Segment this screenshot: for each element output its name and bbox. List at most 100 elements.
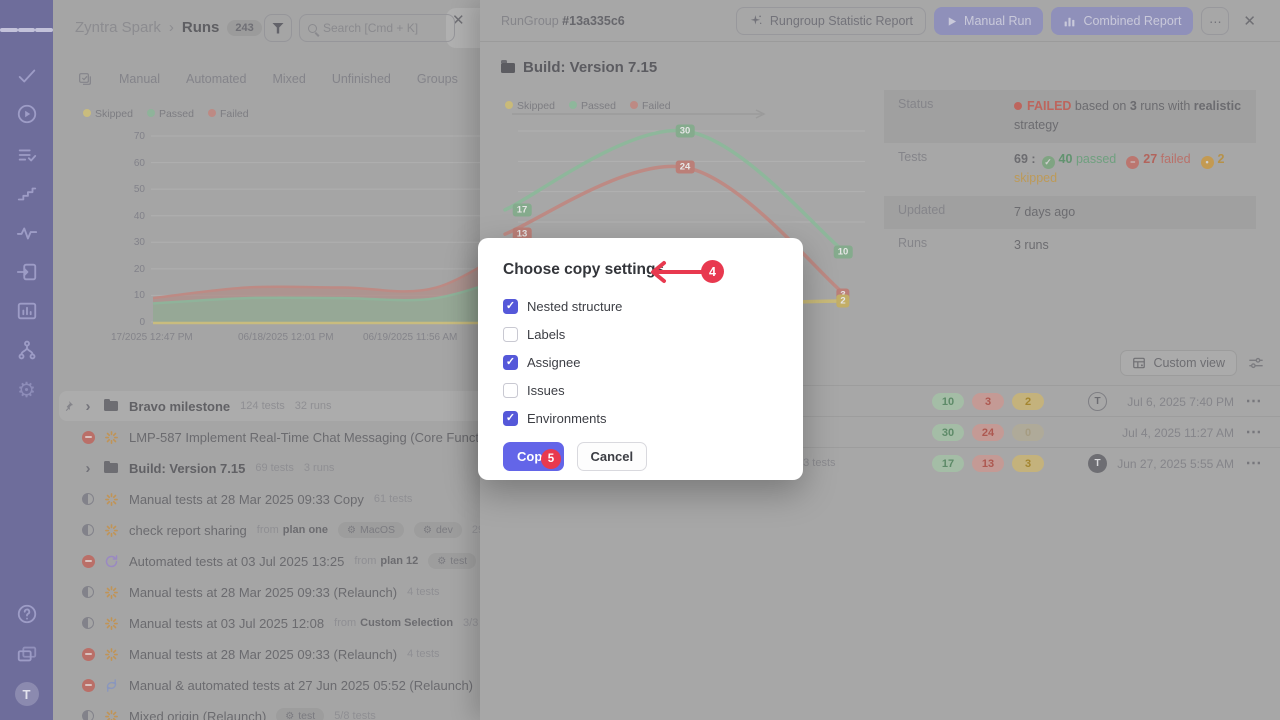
expand-chevron-icon[interactable]: › xyxy=(86,460,91,477)
row-menu-button[interactable]: ⋯ xyxy=(1242,452,1266,474)
search-input[interactable]: Search [Cmd + K] xyxy=(299,14,455,42)
play-circle-icon[interactable] xyxy=(0,96,53,132)
steps-icon[interactable] xyxy=(0,176,53,212)
tab-mixed[interactable]: Mixed xyxy=(272,72,305,86)
branch-icon[interactable] xyxy=(0,332,53,368)
custom-view-button[interactable]: Custom view xyxy=(1120,350,1237,376)
run-title[interactable]: Mixed origin (Relaunch) xyxy=(129,709,266,720)
checkbox-row-nested-structure[interactable]: Nested structure xyxy=(503,292,778,320)
skip-count-badge: 3 xyxy=(1012,455,1044,472)
tab-automated[interactable]: Automated xyxy=(186,72,246,86)
run-list-item[interactable]: check report sharing from plan one ⚙MacOS ⚙d… xyxy=(59,515,480,545)
failed-icon: − xyxy=(1126,156,1139,169)
from-value: plan one xyxy=(283,524,328,536)
check-icon[interactable] xyxy=(0,58,53,94)
tag-pill[interactable]: ⚙MacOS xyxy=(338,522,404,538)
expand-chevron-icon[interactable]: › xyxy=(86,398,91,415)
tag-pill[interactable]: ⚙test xyxy=(428,553,476,569)
y-tick: 40 xyxy=(115,211,145,222)
checkbox-icon[interactable] xyxy=(503,411,518,426)
partial-status-icon xyxy=(82,710,94,720)
legend-item: Passed xyxy=(147,108,194,120)
select-runs-icon[interactable] xyxy=(77,71,93,87)
legend-dot xyxy=(83,109,91,117)
gear-icon: ⚙ xyxy=(423,525,432,536)
run-title[interactable]: Manual tests at 03 Jul 2025 12:08 xyxy=(129,616,324,631)
run-list-item[interactable]: › Build: Version 7.1569 tests3 runs xyxy=(59,453,480,483)
run-title[interactable]: Automated tests at 03 Jul 2025 13:25 xyxy=(129,554,344,569)
status-dot xyxy=(1014,102,1022,110)
run-title[interactable]: Manual tests at 28 Mar 2025 09:33 (Relau… xyxy=(129,585,397,600)
checkbox-icon[interactable] xyxy=(503,327,518,342)
search-icon xyxy=(308,24,317,33)
run-title[interactable]: check report sharing xyxy=(129,523,247,538)
run-meta: 3/3 tests xyxy=(463,617,480,629)
run-title[interactable]: Manual & automated tests at 27 Jun 2025 … xyxy=(129,678,473,693)
pass-count-badge: 30 xyxy=(932,424,964,441)
checkbox-row-environments[interactable]: Environments xyxy=(503,404,778,432)
gear-icon: ⚙ xyxy=(285,711,294,720)
activity-icon[interactable] xyxy=(0,215,53,251)
checkbox-label: Labels xyxy=(527,327,565,342)
breadcrumb-project[interactable]: Zyntra Spark xyxy=(75,19,161,36)
tag-pill[interactable]: ⚙dev xyxy=(414,522,462,538)
tag-pill[interactable]: ⚙test xyxy=(276,708,324,720)
run-list-item[interactable]: Manual tests at 28 Mar 2025 09:33 (Relau… xyxy=(59,639,480,669)
view-settings-icon[interactable] xyxy=(1248,356,1264,370)
filter-button[interactable] xyxy=(264,14,292,42)
tab-manual[interactable]: Manual xyxy=(119,72,160,86)
fail-count-badge: 3 xyxy=(972,393,1004,410)
tab-unfinished[interactable]: Unfinished xyxy=(332,72,391,86)
checkbox-label: Nested structure xyxy=(527,299,622,314)
tab-groups[interactable]: Groups xyxy=(417,72,458,86)
help-icon[interactable] xyxy=(0,596,53,632)
legend-dot xyxy=(208,109,216,117)
from-label: from xyxy=(257,524,279,536)
runs-page: ✕ Zyntra Spark › Runs 243 Search [Cmd + … xyxy=(53,0,480,720)
run-date: Jun 27, 2025 5:55 AM xyxy=(1117,457,1234,471)
menu-icon[interactable] xyxy=(0,12,53,48)
run-list-item[interactable]: Manual tests at 03 Jul 2025 12:08fromCus… xyxy=(59,608,480,638)
checkbox-icon[interactable] xyxy=(503,299,518,314)
run-meta: 4 tests xyxy=(407,586,439,598)
run-list-item[interactable]: Manual tests at 28 Mar 2025 09:33 (Relau… xyxy=(59,577,480,607)
assignee-avatar: T xyxy=(1088,454,1107,473)
checkbox-icon[interactable] xyxy=(503,383,518,398)
checkbox-row-issues[interactable]: Issues xyxy=(503,376,778,404)
cancel-button[interactable]: Cancel xyxy=(577,442,648,471)
import-run-icon[interactable] xyxy=(0,254,53,290)
manual-run-icon xyxy=(104,585,119,600)
run-list-item[interactable]: Manual & automated tests at 27 Jun 2025 … xyxy=(59,670,480,700)
run-list-item[interactable]: › Bravo milestone124 tests32 runs xyxy=(59,391,480,421)
reports-icon[interactable] xyxy=(0,293,53,329)
run-title[interactable]: Bravo milestone xyxy=(129,399,230,414)
skip-count-badge: 2 xyxy=(1012,393,1044,410)
run-title[interactable]: Build: Version 7.15 xyxy=(129,461,245,476)
run-title[interactable]: Manual tests at 28 Mar 2025 09:33 (Relau… xyxy=(129,647,397,662)
legend-item: Skipped xyxy=(83,108,133,120)
run-title[interactable]: Manual tests at 28 Mar 2025 09:33 Copy xyxy=(129,492,364,507)
run-list-item[interactable]: LMP-587 Implement Real-Time Chat Messagi… xyxy=(59,422,480,452)
run-list-item[interactable]: Mixed origin (Relaunch)⚙test5/8 tests xyxy=(59,701,480,720)
list-check-icon[interactable] xyxy=(0,137,53,173)
run-list-item[interactable]: Automated tests at 03 Jul 2025 13:25from… xyxy=(59,546,480,576)
point-value-badge: 2 xyxy=(836,294,849,307)
row-menu-button[interactable]: ⋯ xyxy=(1242,390,1266,412)
user-avatar[interactable]: T xyxy=(0,676,53,712)
avatar-letter: T xyxy=(15,682,39,706)
checkbox-row-assignee[interactable]: Assignee xyxy=(503,348,778,376)
run-list-item[interactable]: Manual tests at 28 Mar 2025 09:33 Copy61… xyxy=(59,484,480,514)
x-tick: 17/2025 12:47 PM xyxy=(111,332,193,343)
gear-icon[interactable]: ⚙ xyxy=(0,372,53,408)
run-title[interactable]: LMP-587 Implement Real-Time Chat Messagi… xyxy=(129,430,480,445)
search-placeholder: Search [Cmd + K] xyxy=(323,21,418,35)
table-icon xyxy=(1132,356,1146,370)
checkbox-row-labels[interactable]: Labels xyxy=(503,320,778,348)
projects-icon[interactable] xyxy=(0,636,53,672)
passed-icon: ✓ xyxy=(1042,156,1055,169)
automated-run-icon xyxy=(104,554,119,569)
run-meta: 29 tests xyxy=(472,524,480,536)
row-menu-button[interactable]: ⋯ xyxy=(1242,421,1266,443)
checkbox-icon[interactable] xyxy=(503,355,518,370)
detail-row-runs: Runs 3 runs xyxy=(884,229,1256,262)
